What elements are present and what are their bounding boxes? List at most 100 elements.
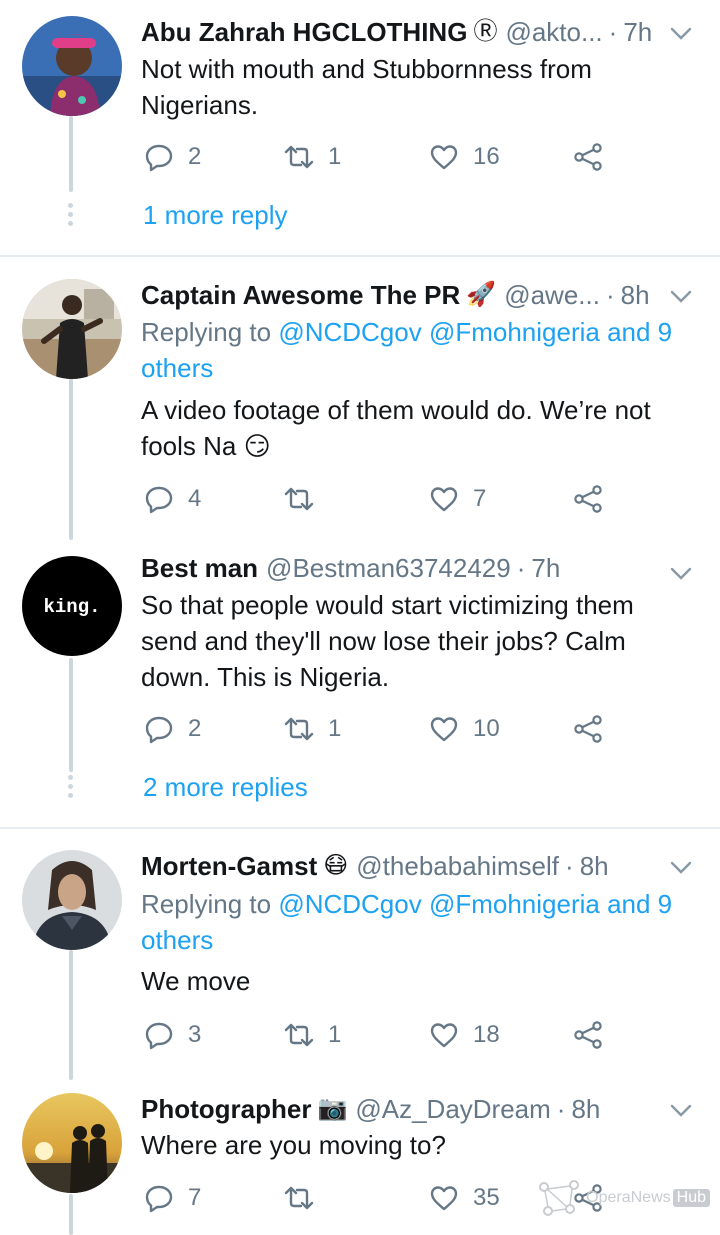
reply-button[interactable]: 2: [144, 140, 201, 174]
tweet-4[interactable]: Morten-Gamst 😷 @thebabahimself · 8h Repl…: [0, 830, 720, 1080]
retweet-button[interactable]: 1: [284, 140, 341, 174]
avatar[interactable]: [22, 16, 122, 116]
handle[interactable]: @Az_DayDream: [355, 1092, 550, 1126]
tweet-3[interactable]: king. Best man @Bestman63742429 · 7h So …: [0, 540, 720, 830]
avatar-text: king.: [43, 596, 100, 618]
replying-to-links[interactable]: @NCDCgov @Fmohnigeria and 9: [278, 889, 672, 919]
handle[interactable]: @thebabahimself: [356, 849, 559, 883]
tweet-header: Captain Awesome The PR 🚀 @awe... · 8h: [141, 278, 660, 312]
tweet-text: Not with mouth and Stubbornness from Nig…: [141, 54, 592, 120]
handle[interactable]: @awe...: [504, 278, 600, 312]
share-button[interactable]: [573, 712, 617, 746]
thread-line: [69, 950, 73, 1080]
share-button[interactable]: [573, 1018, 617, 1052]
divider: [0, 827, 720, 829]
retweet-button[interactable]: 1: [284, 712, 341, 746]
reply-count: 4: [188, 485, 202, 512]
retweet-button[interactable]: [284, 1181, 328, 1215]
tweet-actions: 2 1 10: [141, 712, 621, 746]
display-name[interactable]: Abu Zahrah HGCLOTHING: [141, 15, 467, 49]
retweet-count: 1: [328, 143, 342, 170]
separator-dot: ·: [556, 1094, 566, 1124]
handle[interactable]: @Bestman63742429: [266, 551, 511, 585]
watermark: OperaNews Hub: [536, 1177, 710, 1219]
like-button[interactable]: 7: [429, 482, 486, 516]
replying-to-others[interactable]: others: [141, 353, 213, 383]
like-button[interactable]: 18: [429, 1018, 500, 1052]
timestamp[interactable]: 7h: [531, 551, 560, 585]
heart-icon: [430, 1023, 458, 1048]
tweet-header: Photographer 📷 @Az_DayDream · 8h: [141, 1092, 660, 1126]
replying-to: Replying to @NCDCgov @Fmohnigeria and 9 …: [141, 886, 690, 958]
share-button[interactable]: [573, 140, 617, 174]
reply-button[interactable]: 7: [144, 1181, 201, 1215]
thread-line: [69, 378, 73, 540]
avatar-image: [22, 850, 122, 950]
chevron-down-icon[interactable]: [668, 854, 694, 880]
avatar-image: king.: [22, 556, 122, 656]
reply-count: 2: [188, 143, 202, 170]
timestamp[interactable]: 8h: [571, 1092, 600, 1126]
like-button[interactable]: 16: [429, 140, 500, 174]
reply-count: 2: [188, 715, 202, 742]
replying-to-links[interactable]: @NCDCgov @Fmohnigeria and 9: [278, 317, 672, 347]
tweet-header: Morten-Gamst 😷 @thebabahimself · 8h: [141, 849, 660, 883]
reply-button[interactable]: 4: [144, 482, 201, 516]
avatar[interactable]: [22, 850, 122, 950]
heart-icon: [430, 1186, 458, 1211]
chevron-down-icon[interactable]: [668, 20, 694, 46]
network-logo-icon: [539, 1180, 580, 1216]
heart-icon: [430, 487, 458, 512]
retweet-icon: [284, 145, 314, 169]
heart-icon: [430, 145, 458, 170]
tweet-header: Abu Zahrah HGCLOTHING Ⓡ @akto... · 7h: [141, 15, 660, 49]
avatar[interactable]: king.: [22, 556, 122, 656]
like-button[interactable]: 10: [429, 712, 500, 746]
handle[interactable]: @akto...: [505, 15, 602, 49]
avatar-image: [22, 279, 122, 379]
chevron-down-icon[interactable]: [668, 1097, 694, 1123]
display-name[interactable]: Best man: [141, 551, 258, 585]
retweet-button[interactable]: [284, 482, 328, 516]
reply-button[interactable]: 3: [144, 1018, 201, 1052]
more-replies-link[interactable]: 2 more replies: [143, 770, 308, 804]
retweet-icon: [284, 487, 314, 511]
share-button[interactable]: [573, 482, 617, 516]
share-icon: [574, 715, 602, 743]
watermark-text: OperaNews: [586, 1189, 671, 1206]
chevron-down-icon[interactable]: [668, 560, 694, 586]
reply-count: 7: [188, 1184, 202, 1211]
retweet-button[interactable]: 1: [284, 1018, 341, 1052]
more-replies-link[interactable]: 1 more reply: [143, 198, 288, 232]
tweet-2[interactable]: Captain Awesome The PR 🚀 @awe... · 8h Re…: [0, 258, 720, 540]
display-name[interactable]: Photographer: [141, 1092, 311, 1126]
display-name[interactable]: Morten-Gamst: [141, 849, 317, 883]
timestamp[interactable]: 8h: [621, 278, 650, 312]
tweet-text: We move: [141, 966, 251, 996]
divider: [0, 255, 720, 257]
name-badge: 🚀: [466, 281, 497, 308]
timestamp[interactable]: 8h: [580, 849, 609, 883]
reply-icon: [145, 144, 173, 172]
separator-dot: ·: [608, 17, 618, 47]
tweet-1[interactable]: Abu Zahrah HGCLOTHING Ⓡ @akto... · 7h No…: [0, 0, 720, 258]
retweet-count: 1: [328, 1021, 342, 1048]
reply-icon: [145, 716, 173, 744]
timestamp[interactable]: 7h: [623, 15, 652, 49]
separator-dot: ·: [565, 851, 574, 881]
chevron-down-icon[interactable]: [668, 283, 694, 309]
display-name[interactable]: Captain Awesome The PR: [141, 278, 460, 312]
reply-button[interactable]: 2: [144, 712, 201, 746]
avatar[interactable]: [22, 279, 122, 379]
retweet-count: 1: [328, 715, 342, 742]
like-button[interactable]: 35: [429, 1181, 500, 1215]
reply-icon: [145, 1185, 173, 1213]
replying-to-others[interactable]: others: [141, 925, 213, 955]
name-badge: Ⓡ: [473, 18, 498, 45]
separator-dot: ·: [516, 553, 526, 583]
thread-dots: [68, 775, 74, 802]
thread-dots: [68, 203, 74, 230]
heart-icon: [430, 717, 458, 742]
like-count: 18: [473, 1021, 500, 1048]
avatar[interactable]: [22, 1093, 122, 1193]
